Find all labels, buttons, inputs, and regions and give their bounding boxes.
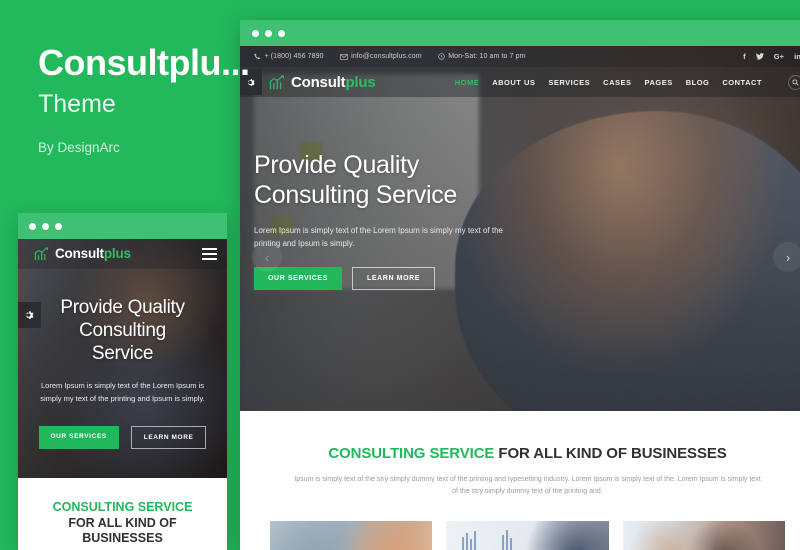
mobile-hero-heading-line3: Service: [91, 342, 154, 364]
top-info-bar: + (1800) 456 7890 info@consultplus.com M…: [240, 46, 800, 67]
mobile-services-heading-dark-1: FOR ALL KIND OF: [68, 515, 177, 530]
burger-line: [202, 253, 217, 255]
services-section: CONSULTING SERVICE FOR ALL KIND OF BUSIN…: [240, 411, 800, 550]
services-heading: CONSULTING SERVICE FOR ALL KIND OF BUSIN…: [270, 445, 785, 463]
hero-heading: Provide Quality Consulting Service: [254, 151, 584, 210]
mobile-logo-text-secondary: plus: [103, 246, 131, 262]
mini-bar: [462, 536, 465, 550]
mobile-services-heading-dark-2: BUSINESSES: [82, 531, 163, 546]
hero-heading-line1: Provide Quality: [254, 151, 420, 179]
search-icon[interactable]: [788, 74, 800, 90]
mobile-hero-heading: Provide Quality Consulting Service: [32, 297, 213, 365]
nav-item-home[interactable]: HOME: [455, 78, 480, 87]
mobile-hero-heading-line2: Consulting: [79, 319, 166, 341]
hero-content: Provide Quality Consulting Service Lorem…: [254, 151, 584, 291]
mobile-services-section: CONSULTING SERVICE FOR ALL KIND OF BUSIN…: [18, 478, 227, 547]
nav-item-services[interactable]: SERVICES: [548, 78, 590, 87]
google-plus-icon[interactable]: G+: [774, 53, 784, 61]
mobile-learn-more-button[interactable]: LEARN MORE: [130, 425, 207, 449]
twitter-icon[interactable]: [755, 53, 764, 60]
promo-author: By DesignArc: [38, 140, 120, 156]
mobile-logo-text[interactable]: Consultplus: [55, 247, 131, 261]
desktop-preview-window: + (1800) 456 7890 info@consultplus.com M…: [240, 20, 800, 550]
gear-icon: [18, 302, 41, 328]
burger-line: [202, 248, 217, 250]
mobile-hero-heading-line1: Provide Quality: [60, 297, 185, 318]
logo-text-primary: Consult: [291, 73, 346, 91]
window-dot-maximize[interactable]: [278, 29, 285, 37]
nav-menu: HOME ABOUT US SERVICES CASES PAGES BLOG …: [455, 74, 800, 90]
mobile-hero-paragraph: Lorem Ipsum is simply text of the Lorem …: [40, 381, 205, 404]
social-links: f G+ in: [743, 53, 800, 61]
main-navigation-bar: Consultplus HOME ABOUT US SERVICES CASES…: [240, 67, 800, 97]
hero-heading-line2: Consulting Service: [254, 180, 458, 209]
window-dot-minimize[interactable]: [42, 222, 49, 230]
mini-bar: [510, 537, 513, 550]
desktop-window-titlebar: [240, 20, 800, 46]
logo-text-secondary: plus: [345, 73, 376, 91]
topbar-hours-text: Mon-Sat: 10 am to 7 pm: [448, 53, 526, 60]
hamburger-menu-icon[interactable]: [202, 248, 217, 260]
topbar-email-text: info@consultplus.com: [351, 53, 422, 60]
service-card-discussion[interactable]: [622, 520, 785, 550]
mini-bar: [474, 530, 477, 550]
carousel-next-arrow[interactable]: ›: [773, 242, 800, 272]
services-card-row: [270, 520, 785, 550]
bar-chart-icon-glyph: [34, 247, 48, 261]
mobile-window-titlebar: [18, 213, 227, 239]
nav-item-about-us[interactable]: ABOUT US: [492, 78, 535, 87]
nav-item-contact[interactable]: CONTACT: [722, 78, 762, 87]
window-dot-close[interactable]: [252, 29, 259, 37]
hero-paragraph: Lorem Ipsum is simply text of the Lorem …: [254, 226, 503, 249]
envelope-icon: [339, 53, 348, 60]
mini-bar: [470, 538, 473, 550]
mobile-logo-text-primary: Consult: [55, 246, 104, 262]
mobile-services-heading-green: CONSULTING SERVICE: [52, 500, 193, 514]
screenshot-root: Consultplu... Theme By DesignArc + (1800…: [0, 0, 800, 550]
topbar-email[interactable]: info@consultplus.com: [339, 53, 422, 60]
mobile-preview-window: Consultplus Provide Quality Consulting S…: [18, 213, 227, 550]
service-card-meeting[interactable]: [270, 520, 433, 550]
hero-buttons: OUR SERVICES LEARN MORE: [254, 267, 584, 291]
mobile-hero-section: Consultplus Provide Quality Consulting S…: [18, 239, 227, 478]
burger-line: [202, 258, 217, 260]
window-dot-close[interactable]: [29, 222, 36, 230]
mobile-site-viewport: Consultplus Provide Quality Consulting S…: [18, 239, 227, 550]
mini-bar: [466, 532, 469, 550]
mini-bar: [502, 534, 505, 550]
carousel-prev-arrow[interactable]: ‹: [252, 242, 282, 272]
logo-text: Consultplus: [291, 73, 376, 91]
nav-item-blog[interactable]: BLOG: [686, 78, 710, 87]
mobile-navigation-bar: Consultplus: [18, 239, 227, 269]
window-dot-minimize[interactable]: [265, 29, 272, 37]
search-icon-glyph: [792, 78, 799, 86]
nav-item-cases[interactable]: CASES: [603, 78, 631, 87]
promo-subtitle: Theme: [38, 89, 116, 118]
window-dot-maximize[interactable]: [55, 222, 62, 230]
promo-title: Consultplu...: [38, 42, 250, 83]
mobile-our-services-button[interactable]: OUR SERVICES: [38, 425, 119, 449]
facebook-icon[interactable]: f: [743, 53, 746, 61]
topbar-hours: Mon-Sat: 10 am to 7 pm: [438, 53, 526, 60]
learn-more-button[interactable]: LEARN MORE: [351, 267, 436, 291]
mobile-services-heading: CONSULTING SERVICE FOR ALL KIND OF BUSIN…: [30, 500, 215, 547]
services-heading-dark: FOR ALL KIND OF BUSINESSES: [498, 445, 727, 462]
gear-icon-glyph: [25, 311, 33, 319]
mini-bar: [506, 529, 509, 550]
mobile-hero-buttons: OUR SERVICES LEARN MORE: [32, 425, 213, 449]
desktop-site-viewport: + (1800) 456 7890 info@consultplus.com M…: [240, 46, 800, 550]
bar-chart-icon: [34, 247, 49, 261]
services-paragraph: Ipsum is simply text of the stry simply …: [294, 476, 761, 496]
hero-section: + (1800) 456 7890 info@consultplus.com M…: [240, 46, 800, 411]
nav-item-pages[interactable]: PAGES: [645, 78, 673, 87]
mobile-hero-content: Provide Quality Consulting Service Lorem…: [18, 297, 227, 449]
promo-block: Consultplu... Theme By DesignArc: [38, 42, 278, 156]
clock-icon: [438, 53, 445, 60]
service-card-presentation[interactable]: [446, 520, 609, 550]
services-heading-green: CONSULTING SERVICE: [328, 445, 495, 462]
linkedin-icon[interactable]: in: [794, 53, 800, 61]
